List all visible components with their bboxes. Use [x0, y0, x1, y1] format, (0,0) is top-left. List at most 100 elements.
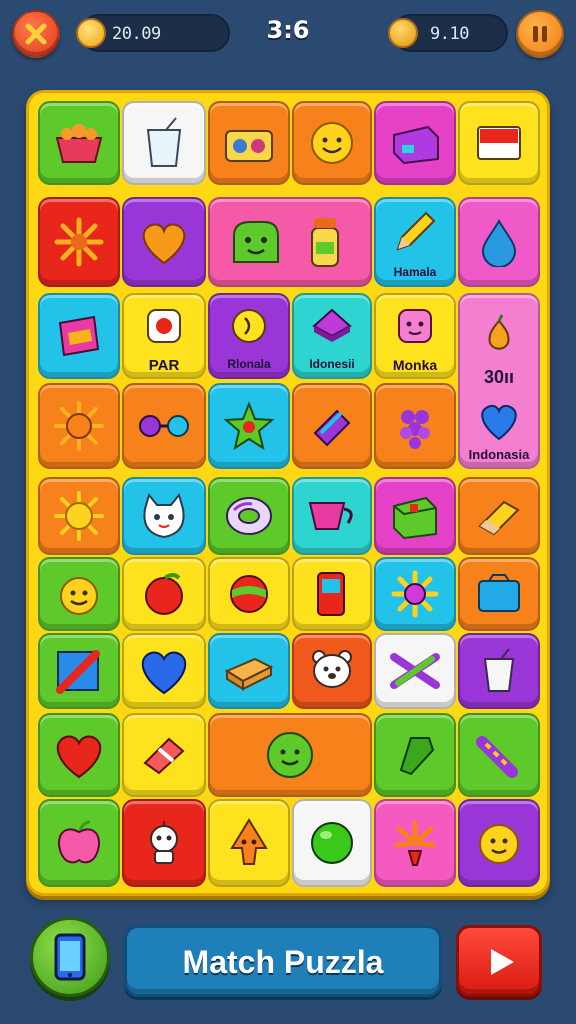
tile-robot[interactable]: [122, 799, 206, 887]
heart-icon: [142, 223, 186, 265]
blob-face-icon: [479, 824, 519, 864]
eraser-icon: [478, 500, 520, 536]
pear-icon: [488, 314, 510, 350]
tile-pink-face-label[interactable]: Monka: [374, 293, 456, 379]
tile-label: PAR: [148, 357, 180, 374]
apple-icon: [145, 573, 183, 615]
moon-face-icon: [232, 309, 266, 344]
tile-donut[interactable]: [208, 477, 290, 555]
tile-yellow-blob[interactable]: [458, 799, 540, 887]
tile-bear[interactable]: [292, 633, 372, 709]
smiley-icon: [60, 577, 98, 615]
tile-label: Idonesii: [309, 357, 355, 371]
teacup-icon: [308, 502, 353, 530]
donut-icon: [226, 497, 272, 535]
target-icon: [147, 309, 181, 344]
tile-cup[interactable]: [122, 101, 206, 185]
radio-icon: [225, 130, 273, 162]
heart-blue-icon: [481, 404, 517, 440]
star-icon: [223, 401, 275, 451]
tile-eraser-pink[interactable]: [122, 713, 206, 797]
close-button[interactable]: [12, 10, 60, 58]
box-icon: [393, 125, 439, 165]
tile-water-drop[interactable]: [458, 197, 540, 287]
heart-icon: [141, 651, 187, 695]
tile-pen-tool[interactable]: [292, 383, 372, 469]
tile-grapes[interactable]: [374, 383, 456, 469]
tile-gem-label[interactable]: Idonesii: [292, 293, 372, 379]
tile-eraser[interactable]: [458, 477, 540, 555]
tile-green-ball[interactable]: [292, 799, 372, 887]
tile-crayon[interactable]: [38, 633, 120, 709]
tile-striped-ball[interactable]: [208, 557, 290, 631]
tile-gift-box[interactable]: [374, 477, 456, 555]
puzzle-board: Hamala PAR Rlonala Idonesii Monka 30ıı I…: [26, 90, 550, 896]
tile-target-label[interactable]: PAR: [122, 293, 206, 379]
tile-heart-orange[interactable]: [122, 197, 206, 287]
sunflower-icon: [54, 217, 104, 267]
tile-sun-yellow[interactable]: [38, 477, 120, 555]
ribbon-icon: [390, 653, 440, 689]
tile-flame-creature[interactable]: [208, 799, 290, 887]
tile-butter[interactable]: [208, 633, 290, 709]
play-button[interactable]: [456, 925, 542, 997]
tile-cat[interactable]: [122, 477, 206, 555]
tile-glasses[interactable]: [122, 383, 206, 469]
apple-icon: [58, 820, 100, 864]
heart-icon: [56, 735, 102, 779]
tile-food-bowl[interactable]: [38, 101, 120, 185]
tile-label: Indonasia: [468, 447, 530, 462]
tile-feather-flower[interactable]: [374, 799, 456, 887]
tile-ribbon[interactable]: [374, 633, 456, 709]
gem-icon: [399, 737, 435, 776]
pause-button[interactable]: [516, 10, 564, 58]
tile-pencil-label[interactable]: Hamala: [374, 197, 456, 287]
tile-moon-label[interactable]: Rlonala: [208, 293, 290, 379]
gear-coin-icon: [388, 18, 418, 48]
tile-heart-red[interactable]: [38, 713, 120, 797]
tile-sun-flower[interactable]: [38, 197, 120, 287]
eraser-icon: [143, 737, 185, 775]
phone-button[interactable]: [30, 917, 110, 997]
tile-sun-orange[interactable]: [38, 383, 120, 469]
glasses-icon: [139, 415, 189, 437]
pen-icon: [313, 409, 351, 447]
pause-icon: [533, 26, 547, 42]
food-bowl-icon: [55, 124, 103, 163]
tile-teacup[interactable]: [292, 477, 372, 555]
coin-counter-right-value: 9.10: [430, 24, 469, 44]
green-face-icon: [267, 732, 313, 778]
tile-apple-red[interactable]: [122, 557, 206, 631]
smiley-flower-icon: [311, 122, 353, 164]
tile-slime-jar[interactable]: [208, 197, 372, 287]
tile-fruit-heart-tall[interactable]: 30ıı Indonasia: [458, 293, 540, 469]
tile-green-face-wide[interactable]: [208, 713, 372, 797]
tile-phone-device[interactable]: [292, 557, 372, 631]
tile-heart-blue[interactable]: [122, 633, 206, 709]
tile-book[interactable]: [38, 293, 120, 379]
tile-yellow-smiley[interactable]: [38, 557, 120, 631]
tile-flag[interactable]: [458, 101, 540, 185]
top-hud: 20.09 3:6 9.10: [0, 0, 576, 70]
tile-box[interactable]: [374, 101, 456, 185]
tile-green-star[interactable]: [208, 383, 290, 469]
tile-green-gem[interactable]: [374, 713, 456, 797]
device-icon: [317, 572, 345, 616]
coin-counter-left-value: 20.09: [112, 24, 161, 44]
tile-apple-pink[interactable]: [38, 799, 120, 887]
tile-label: Monka: [392, 357, 438, 373]
tile-flower-sun[interactable]: [374, 557, 456, 631]
tile-candy-stick[interactable]: [458, 713, 540, 797]
bear-icon: [312, 650, 352, 688]
water-drop-icon: [481, 218, 517, 267]
tile-label: 30ıı: [483, 367, 515, 387]
coin-icon: [76, 18, 106, 48]
cup-icon: [483, 648, 515, 692]
tile-bag[interactable]: [458, 557, 540, 631]
flame-icon: [230, 818, 268, 865]
tile-cup-white[interactable]: [458, 633, 540, 709]
tile-smiley-flower[interactable]: [292, 101, 372, 185]
phone-icon: [54, 933, 86, 981]
tile-radio[interactable]: [208, 101, 290, 185]
sun-icon: [54, 491, 104, 541]
